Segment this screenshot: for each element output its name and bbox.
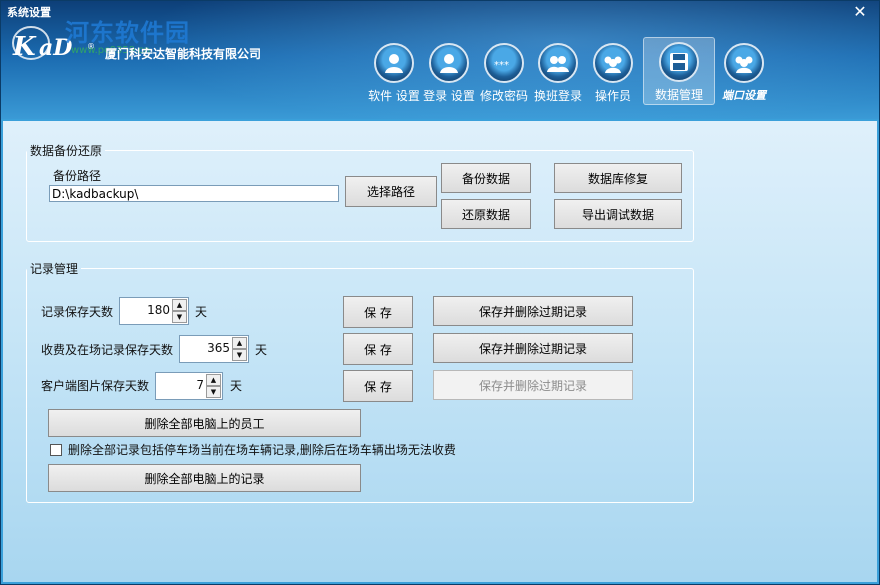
charge-onsite-retention-label: 收费及在场记录保存天数 (41, 343, 174, 357)
nav-shift-login[interactable]: 换班登录 (531, 39, 585, 105)
delete-all-staff-button[interactable]: 删除全部电脑上的员工 (48, 409, 361, 437)
unit-label: 天 (255, 343, 268, 357)
nav-label: 数据管理 (654, 88, 703, 102)
save-client-image-button[interactable]: 保 存 (343, 370, 413, 402)
unit-label: 天 (230, 379, 243, 393)
backup-path-input[interactable] (49, 185, 339, 202)
nav-data-management[interactable]: 数据管理 (643, 37, 715, 105)
client-image-retention-label: 客户端图片保存天数 (41, 379, 150, 393)
nav-port-settings[interactable]: 端口设置 (717, 39, 771, 105)
spinner-value: 365 (207, 341, 230, 355)
company-name: 厦门科安达智能科技有限公司 (105, 47, 262, 61)
save-delete-expired-images-button: 保存并删除过期记录 (433, 370, 633, 400)
nav-label: 端口设置 (722, 89, 766, 102)
choose-path-button[interactable]: 选择路径 (345, 176, 437, 207)
close-icon[interactable]: ✕ (851, 3, 869, 21)
nav-software-settings[interactable]: 软件 设置 (365, 39, 423, 105)
backup-path-label: 备份路径 (53, 169, 102, 183)
export-debug-data-button[interactable]: 导出调试数据 (554, 199, 682, 229)
floppy-disk-icon (659, 42, 699, 82)
save-delete-expired-records-button[interactable]: 保存并删除过期记录 (433, 296, 633, 326)
record-retention-label: 记录保存天数 (41, 305, 114, 319)
restore-data-button[interactable]: 还原数据 (441, 199, 531, 229)
spinner-down-icon[interactable]: ▼ (206, 386, 221, 398)
nav-label: 换班登录 (533, 89, 582, 103)
window-title: 系统设置 (7, 6, 51, 19)
password-icon: *** (484, 43, 524, 83)
nav-operators[interactable]: 操作员 (587, 39, 639, 105)
backup-restore-legend: 数据备份还原 (30, 144, 103, 158)
nav-change-password[interactable]: *** 修改密码 (477, 39, 531, 105)
unit-label: 天 (195, 305, 208, 319)
nav-login-settings[interactable]: 登录 设置 (421, 39, 477, 105)
shift-users-icon (538, 43, 578, 83)
client-image-retention-spinner[interactable]: 7 ▲ ▼ (155, 372, 223, 400)
backup-data-button[interactable]: 备份数据 (441, 163, 531, 193)
spinner-down-icon[interactable]: ▼ (172, 311, 187, 323)
record-management-legend: 记录管理 (30, 262, 79, 276)
include-parked-label: 删除全部记录包括停车场当前在场车辆记录,删除后在场车辆出场无法收费 (68, 443, 456, 457)
spinner-down-icon[interactable]: ▼ (232, 349, 247, 361)
nav-label: 操作员 (594, 89, 631, 103)
include-parked-checkbox[interactable] (50, 444, 62, 456)
save-charge-onsite-button[interactable]: 保 存 (343, 333, 413, 365)
record-retention-spinner[interactable]: 180 ▲ ▼ (119, 297, 189, 325)
spinner-up-icon[interactable]: ▲ (172, 299, 187, 311)
user-login-icon (429, 43, 469, 83)
nav-label: 修改密码 (479, 89, 528, 103)
delete-all-records-button[interactable]: 删除全部电脑上的记录 (48, 464, 361, 492)
charge-onsite-retention-spinner[interactable]: 365 ▲ ▼ (179, 335, 249, 363)
system-settings-window: 系统设置 ✕ K aD ® 河东软件园 www.pc0359.cn 厦门科安达智… (0, 0, 880, 585)
save-record-retention-button[interactable]: 保 存 (343, 296, 413, 328)
spinner-up-icon[interactable]: ▲ (232, 337, 247, 349)
watermark-text: 河东软件园 (65, 18, 190, 47)
svg-text:***: *** (494, 60, 509, 71)
nav-label: 软件 设置 (368, 89, 420, 103)
user-icon (374, 43, 414, 83)
data-management-panel: 数据备份还原 备份路径 选择路径 备份数据 还原数据 数据库修复 导出调试数据 … (3, 121, 877, 582)
nav-label: 登录 设置 (423, 89, 475, 103)
operators-icon (593, 43, 633, 83)
spinner-value: 7 (196, 378, 204, 392)
database-repair-button[interactable]: 数据库修复 (554, 163, 682, 193)
port-users-icon (724, 43, 764, 83)
save-delete-expired-charge-button[interactable]: 保存并删除过期记录 (433, 333, 633, 363)
spinner-up-icon[interactable]: ▲ (206, 374, 221, 386)
spinner-value: 180 (147, 303, 170, 317)
svg-text:K: K (12, 32, 37, 62)
